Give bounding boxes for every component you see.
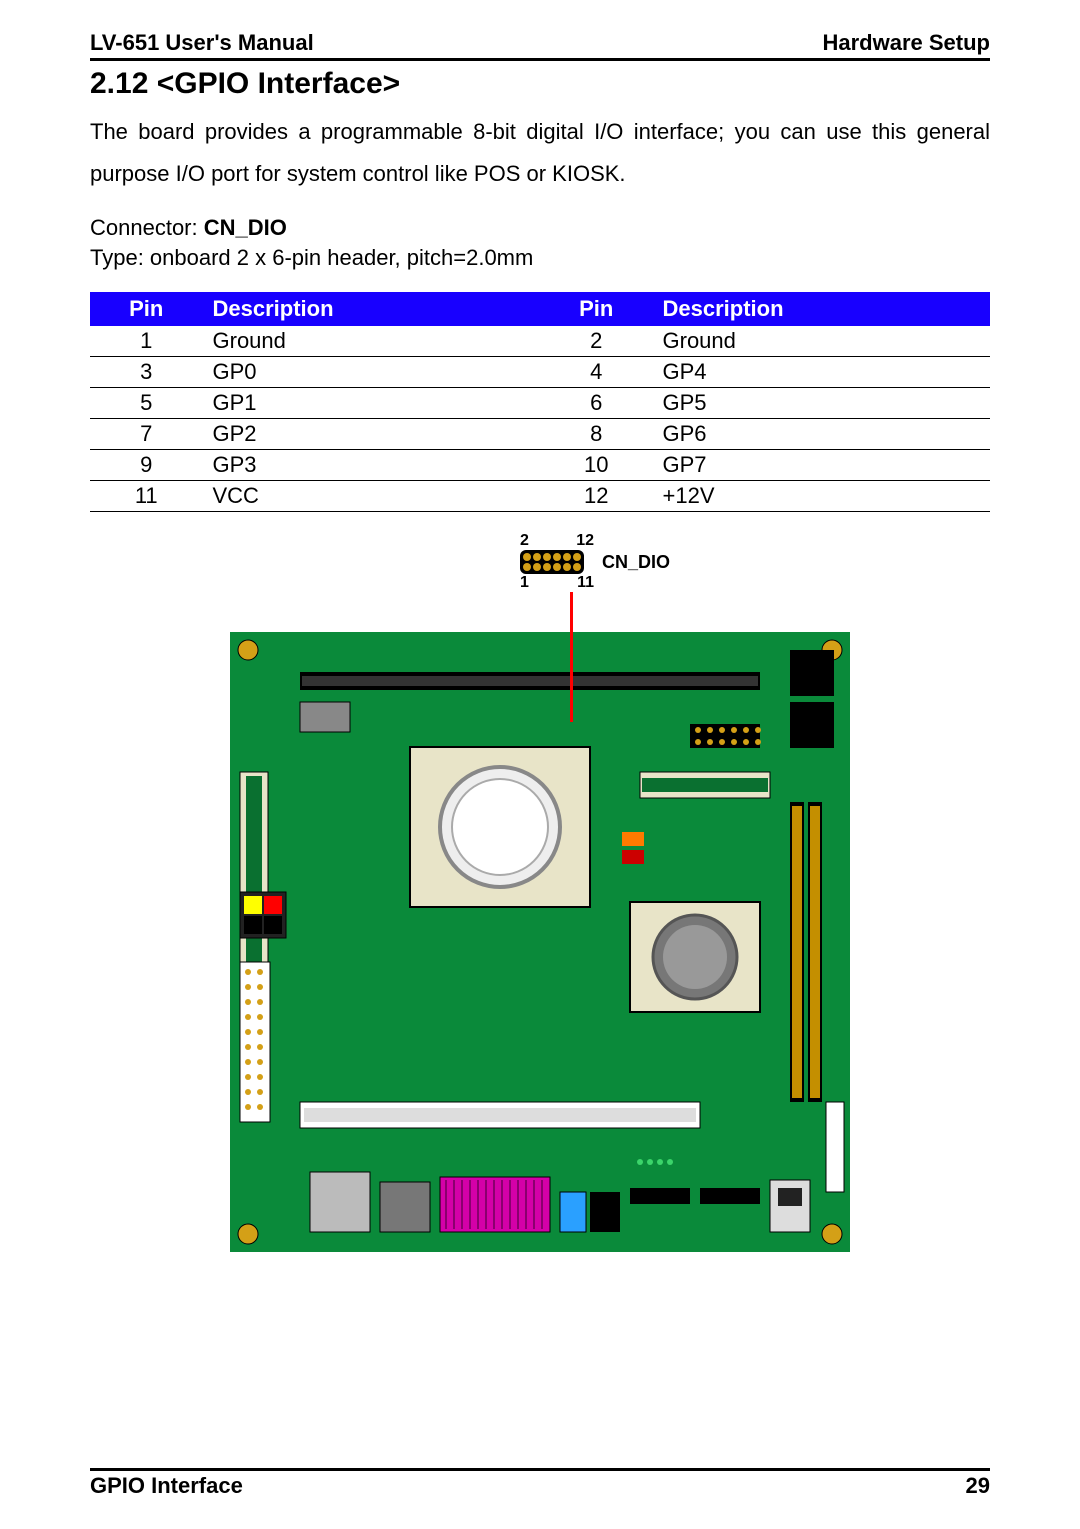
pin-table: Pin Description Pin Description 1Ground2… [90,292,990,512]
table-row: 1Ground2Ground [90,326,990,357]
pin-2-label: 2 [520,532,529,550]
connector-label: Connector: [90,215,204,240]
connector-name: CN_DIO [204,215,287,240]
connector-type: Type: onboard 2 x 6-pin header, pitch=2.… [90,243,990,274]
diagram-area: 212 CN_DIO 111 [90,542,990,1252]
page-footer: GPIO Interface 29 [90,1468,990,1499]
th-desc: Description [203,292,541,326]
section-title: 2.12 <GPIO Interface> [90,67,990,101]
connector-callout: 212 CN_DIO 111 [520,532,670,592]
pin-1-label: 1 [520,574,529,592]
footer-left: GPIO Interface [90,1473,243,1499]
page-header: LV-651 User's Manual Hardware Setup [90,30,990,61]
pin-11-label: 11 [577,574,594,592]
table-row: 11VCC12+12V [90,481,990,512]
table-row: 9GP310GP7 [90,450,990,481]
header-right: Hardware Setup [823,30,991,56]
callout-pointer [570,592,573,722]
th-pin: Pin [540,292,653,326]
table-row: 5GP16GP5 [90,388,990,419]
footer-right: 29 [966,1473,990,1499]
th-pin: Pin [90,292,203,326]
header-left: LV-651 User's Manual [90,30,314,56]
header-pins-icon [520,550,584,574]
cn-dio-label: CN_DIO [602,552,670,573]
pin-12-label: 12 [576,532,594,550]
section-paragraph: The board provides a programmable 8-bit … [90,111,990,195]
table-row: 3GP04GP4 [90,357,990,388]
th-desc: Description [653,292,991,326]
table-row: 7GP28GP6 [90,419,990,450]
board-diagram [230,632,850,1252]
connector-line: Connector: CN_DIO [90,213,990,244]
